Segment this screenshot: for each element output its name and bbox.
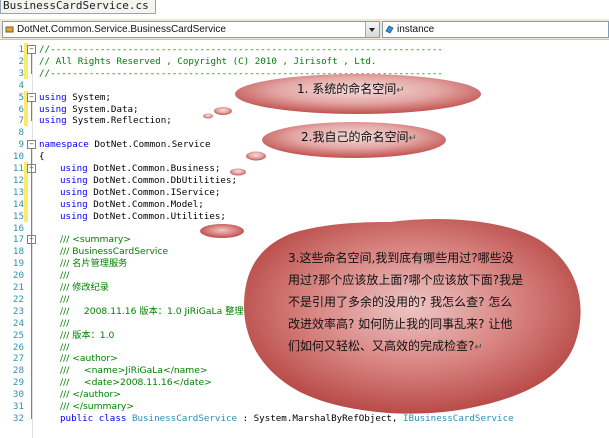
callout-2-text: 2.我自己的命名空间↵ <box>301 130 417 144</box>
callout-1-text: 1. 系统的命名空间↵ <box>297 82 405 96</box>
callout-layer <box>200 74 581 414</box>
callout-3-text: 3.这些命名空间,我到底有哪些用过?哪些没用过?那个应该放上面?哪个应该放下面?… <box>288 251 524 353</box>
